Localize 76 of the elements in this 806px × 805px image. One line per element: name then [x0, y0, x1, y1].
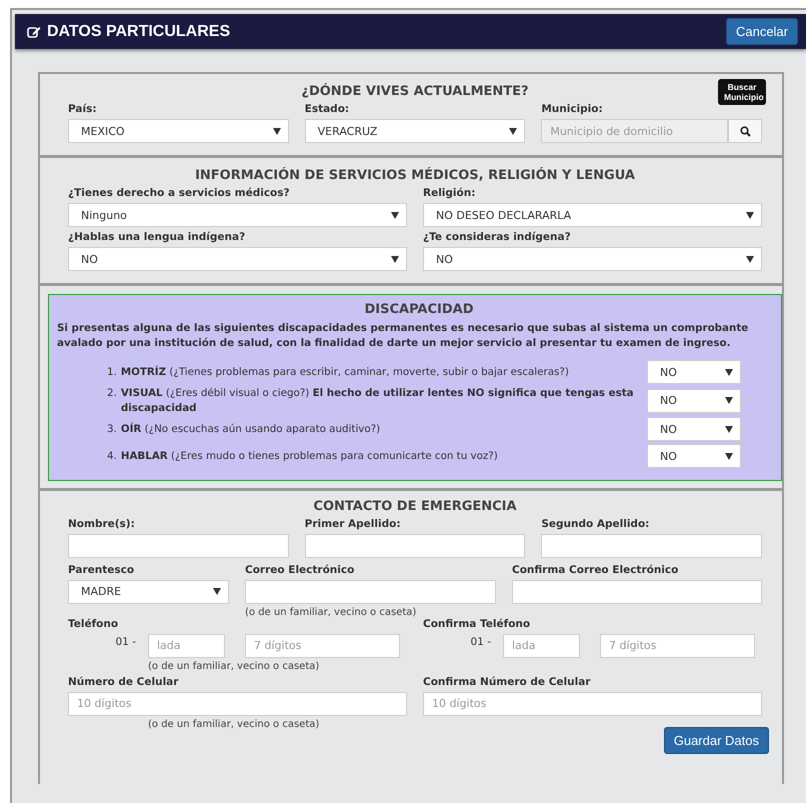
field-label: Confirma Teléfono [423, 618, 532, 630]
save-button[interactable]: Guardar Datos [664, 726, 769, 754]
item-number: 3. [107, 422, 117, 437]
dropdown[interactable]: NO [647, 388, 741, 413]
question-text: HABLAR (¿Eres mudo o tienes problemas para comunicarte con tu voz?) [120, 448, 498, 464]
email-field[interactable] [512, 580, 762, 604]
caret-icon [725, 426, 733, 433]
dropdown[interactable]: NO [647, 360, 741, 384]
question-text: VISUAL (¿Eres débil visual o ciego?) El hecho de utilizar lentes NO significa que tengas esta discapacidad [120, 386, 635, 416]
section-title: CONTACTO DE EMERGENCIA [313, 498, 517, 514]
item-number: 4. [107, 448, 117, 464]
text-field[interactable] [541, 534, 762, 558]
phone-prefix: 01 - [470, 636, 492, 648]
text-field[interactable] [304, 534, 526, 558]
phone-prefix: 01 - [114, 636, 137, 648]
dropdown[interactable]: VERACRUZ [304, 119, 526, 143]
dropdown[interactable]: MADRE [68, 580, 229, 604]
phone-field[interactable]: 7 dígitos [600, 634, 755, 658]
dropdown[interactable]: NO [68, 247, 407, 271]
hint-text: (o de un familiar, vecino o caseta) [245, 606, 418, 618]
dropdown[interactable]: NO [647, 417, 741, 442]
field-label: País: [68, 103, 98, 115]
field-label: ¿Te consideras indígena? [423, 231, 572, 243]
field-label: Municipio: [541, 103, 604, 115]
field-label: Religión: [423, 187, 476, 199]
field-label: Confirma Correo Electrónico [512, 564, 680, 576]
caret-icon [213, 588, 221, 596]
field-label: Confirma Número de Celular [423, 676, 592, 688]
cancel-button[interactable]: Cancelar [726, 18, 798, 45]
area-code-field[interactable]: lada [148, 634, 225, 658]
field-label: Correo Electrónico [245, 564, 356, 576]
dropdown[interactable]: NO [647, 444, 741, 468]
hint-text: (o de un familiar, vecino o caseta) [148, 718, 320, 730]
mobile-field[interactable]: 10 dígitos [68, 692, 407, 716]
caret-icon [272, 128, 281, 134]
section-title: INFORMACIÓN DE SERVICIOS MÉDICOS, RELIGIÓN Y LENGUA [195, 168, 635, 183]
question-text: MOTRÍZ (¿Tienes problemas para escribir, caminar, moverte, subir o bajar escaleras?) [120, 364, 569, 380]
caret-icon [391, 256, 399, 262]
dropdown[interactable]: NO [423, 247, 762, 271]
caret-icon [725, 397, 733, 404]
field-label: Nombre(s): [68, 518, 136, 530]
email-field[interactable] [245, 580, 496, 604]
caret-icon [725, 368, 733, 376]
question-text: OÍR (¿No escuchas aún usando aparato auditivo?) [120, 422, 380, 437]
caret-icon [509, 128, 518, 134]
field-label: ¿Tienes derecho a servicios médicos? [68, 187, 291, 199]
caret-icon [746, 256, 754, 262]
search-field[interactable]: Municipio de domicilio [541, 119, 728, 143]
field-label: Estado: [304, 103, 350, 115]
search-icon [740, 126, 750, 136]
field-label: Segundo Apellido: [541, 518, 650, 530]
field-label: ¿Hablas una lengua indígena? [68, 231, 246, 243]
search-button[interactable] [728, 119, 762, 143]
hint-text: (o de un familiar, vecino o caseta) [148, 660, 320, 672]
tooltip: Buscar Municipio [718, 79, 766, 106]
notice-text: Si presentas alguna de las siguientes discapacidades permanentes es necesario que subas al sistema un comprobante avalado por una institución de salud, con la finalidad de darte un mejor servicio al presentar tu examen de ingreso. [57, 321, 750, 351]
text-field[interactable] [68, 534, 289, 558]
caret-icon [391, 212, 399, 218]
dropdown[interactable]: MEXICO [68, 119, 289, 143]
field-label: Primer Apellido: [304, 518, 402, 530]
dropdown[interactable]: Ninguno [68, 203, 407, 227]
item-number: 1. [107, 364, 117, 380]
caret-icon [725, 452, 733, 460]
field-label: Teléfono [68, 618, 120, 630]
area-code-field[interactable]: lada [503, 634, 580, 658]
edit-icon [27, 24, 41, 38]
caret-icon [746, 212, 754, 218]
item-number: 2. [107, 386, 117, 401]
phone-field[interactable]: 7 dígitos [245, 634, 400, 658]
section-title: DISCAPACIDAD [364, 302, 474, 317]
mobile-field[interactable]: 10 dígitos [423, 692, 762, 716]
dropdown[interactable]: NO DESEO DECLARARLA [423, 203, 762, 227]
section-title: ¿DÓNDE VIVES ACTUALMENTE? [301, 84, 529, 99]
page-title: DATOS PARTICULARES [47, 22, 230, 40]
field-label: Número de Celular [68, 676, 180, 688]
field-label: Parentesco [68, 564, 136, 576]
